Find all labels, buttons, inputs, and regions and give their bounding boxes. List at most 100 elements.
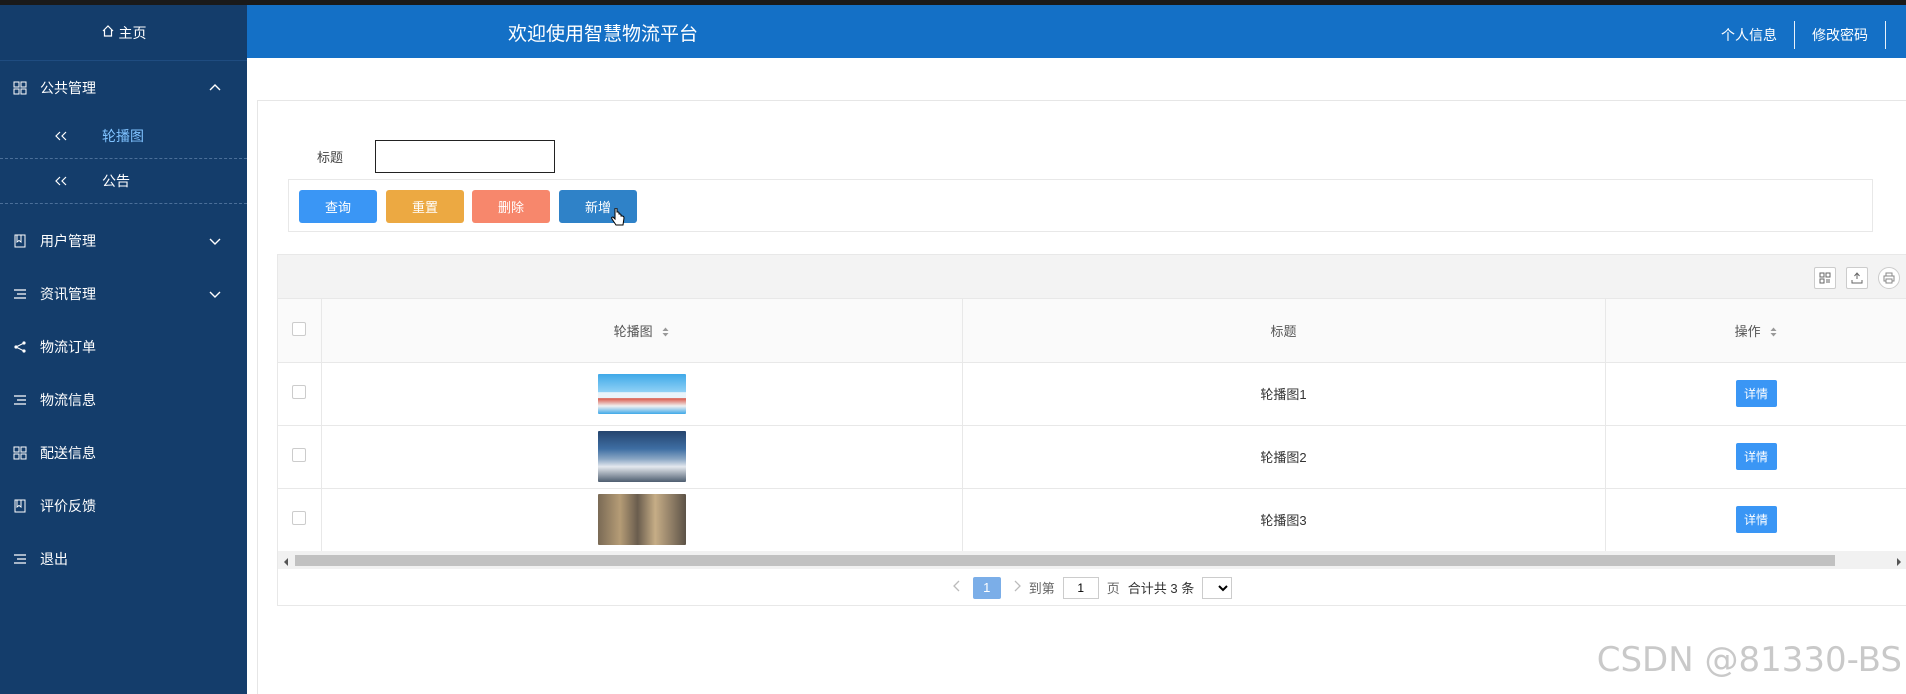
sidebar-item-label: 评价反馈 <box>40 497 96 514</box>
sort-icon[interactable] <box>662 325 669 340</box>
sidebar-item-news-management[interactable]: 资讯管理 <box>0 267 247 320</box>
carousel-image-cell <box>321 425 963 489</box>
carousel-image-thumbnail[interactable] <box>597 373 686 414</box>
page-number-current[interactable]: 1 <box>972 576 1001 599</box>
actions-cell: 详情 <box>1605 488 1906 552</box>
sidebar-item-delivery-info[interactable]: 配送信息 <box>0 426 247 479</box>
sidebar-item-label: 公共管理 <box>40 79 96 96</box>
actions-cell: 详情 <box>1605 425 1906 489</box>
title-search-input[interactable] <box>375 140 555 173</box>
sidebar-subitem-notice[interactable]: 公告 <box>0 159 247 204</box>
column-header-label: 轮播图 <box>613 323 653 339</box>
scrollbar-thumb[interactable] <box>295 555 1835 566</box>
sidebar-item-feedback[interactable]: 评价反馈 <box>0 479 247 532</box>
sidebar-item-label: 物流信息 <box>40 391 96 408</box>
actions-cell: 详情 <box>1605 362 1906 426</box>
columns-filter-icon[interactable] <box>1814 267 1836 289</box>
goto-page-input[interactable] <box>1062 576 1099 599</box>
sidebar-item-logistics-orders[interactable]: 物流订单 <box>0 320 247 373</box>
sidebar-item-user-management[interactable]: 用户管理 <box>0 214 247 267</box>
list-icon <box>12 286 28 302</box>
carousel-table: 轮播图 标题 操作 轮播图1 详情 轮播图2 详情 轮播图3 详情 <box>278 299 1906 552</box>
carousel-image-thumbnail[interactable] <box>597 494 686 545</box>
next-page-icon[interactable] <box>1013 580 1021 595</box>
column-header-label: 操作 <box>1734 323 1761 339</box>
select-all-cell <box>278 299 322 363</box>
column-header-label: 标题 <box>1270 323 1297 339</box>
home-icon <box>101 24 115 41</box>
title-cell: 轮播图1 <box>962 362 1606 426</box>
carousel-image-cell <box>321 488 963 552</box>
carousel-image-thumbnail[interactable] <box>597 431 686 482</box>
sidebar: 主页 公共管理 轮播图 公告 用户管理 资讯管理 物流订单 物流信息 配送信息 … <box>0 5 247 694</box>
list-icon <box>12 551 28 567</box>
grid-icon <box>12 445 28 461</box>
share-icon <box>12 339 28 355</box>
sort-icon[interactable] <box>1770 325 1777 340</box>
row-checkbox[interactable] <box>292 385 307 399</box>
sidebar-item-label: 退出 <box>40 550 68 567</box>
search-row: 标题 <box>317 140 555 173</box>
watermark: CSDN @81330-BS <box>1596 640 1902 680</box>
page-size-select[interactable] <box>1202 576 1233 599</box>
column-header-actions[interactable]: 操作 <box>1605 299 1906 363</box>
column-header-title: 标题 <box>962 299 1606 363</box>
query-button[interactable]: 查询 <box>299 190 377 223</box>
table-row: 轮播图2 详情 <box>278 425 1906 489</box>
sidebar-item-public-management[interactable]: 公共管理 <box>0 61 247 114</box>
sidebar-item-label: 用户管理 <box>40 232 96 249</box>
print-icon[interactable] <box>1878 267 1900 289</box>
book-icon <box>12 498 28 514</box>
divider <box>1794 21 1795 49</box>
double-chevron-left-icon <box>54 176 68 186</box>
detail-button[interactable]: 详情 <box>1735 506 1777 533</box>
horizontal-scrollbar[interactable] <box>278 551 1906 569</box>
delete-button[interactable]: 删除 <box>472 190 550 223</box>
sidebar-item-logistics-info[interactable]: 物流信息 <box>0 373 247 426</box>
table-toolbar <box>278 255 1906 299</box>
sidebar-subitem-carousel[interactable]: 轮播图 <box>0 114 247 159</box>
sidebar-home[interactable]: 主页 <box>0 5 247 61</box>
goto-label: 到第 <box>1028 581 1055 596</box>
title-cell: 轮播图2 <box>962 425 1606 489</box>
row-select-cell <box>278 425 322 489</box>
sidebar-item-label: 资讯管理 <box>40 285 96 302</box>
page-title: 欢迎使用智慧物流平台 <box>508 24 699 45</box>
title-search-label: 标题 <box>317 150 344 165</box>
column-header-carousel[interactable]: 轮播图 <box>321 299 963 363</box>
change-password-link[interactable]: 修改密码 <box>1795 25 1885 45</box>
hand-cursor-icon <box>610 207 626 233</box>
row-checkbox[interactable] <box>292 511 307 525</box>
sidebar-home-label: 主页 <box>118 24 147 41</box>
select-all-checkbox[interactable] <box>292 321 307 336</box>
row-checkbox[interactable] <box>292 448 307 462</box>
book-icon <box>12 233 28 249</box>
top-header: 欢迎使用智慧物流平台 个人信息 修改密码 <box>247 5 1906 58</box>
double-chevron-left-icon <box>54 131 68 141</box>
prev-page-icon[interactable] <box>952 580 961 595</box>
reset-button[interactable]: 重置 <box>386 190 464 223</box>
header-links: 个人信息 修改密码 <box>1704 21 1886 49</box>
sidebar-item-label: 配送信息 <box>40 444 96 461</box>
detail-button[interactable]: 详情 <box>1735 380 1777 407</box>
carousel-image-cell <box>321 362 963 426</box>
divider <box>1885 21 1886 49</box>
chevron-up-icon <box>209 80 221 96</box>
sidebar-item-label: 物流订单 <box>40 338 96 355</box>
sidebar-subitem-label: 公告 <box>102 173 130 189</box>
pagination: 1 到第 页 合计共 3 条 <box>278 569 1906 606</box>
sidebar-subitem-label: 轮播图 <box>102 128 144 144</box>
table-header-row: 轮播图 标题 操作 <box>278 299 1906 363</box>
sidebar-item-logout[interactable]: 退出 <box>0 532 247 585</box>
table-row: 轮播图3 详情 <box>278 488 1906 552</box>
title-cell: 轮播图3 <box>962 488 1606 552</box>
total-count: 合计共 3 条 <box>1127 581 1195 596</box>
table-row: 轮播图1 详情 <box>278 362 1906 426</box>
chevron-down-icon <box>209 233 221 249</box>
export-icon[interactable] <box>1846 267 1868 289</box>
chevron-down-icon <box>209 286 221 302</box>
action-button-bar: 查询 重置 删除 新增 <box>288 179 1873 232</box>
profile-link[interactable]: 个人信息 <box>1704 25 1794 45</box>
detail-button[interactable]: 详情 <box>1735 443 1777 470</box>
